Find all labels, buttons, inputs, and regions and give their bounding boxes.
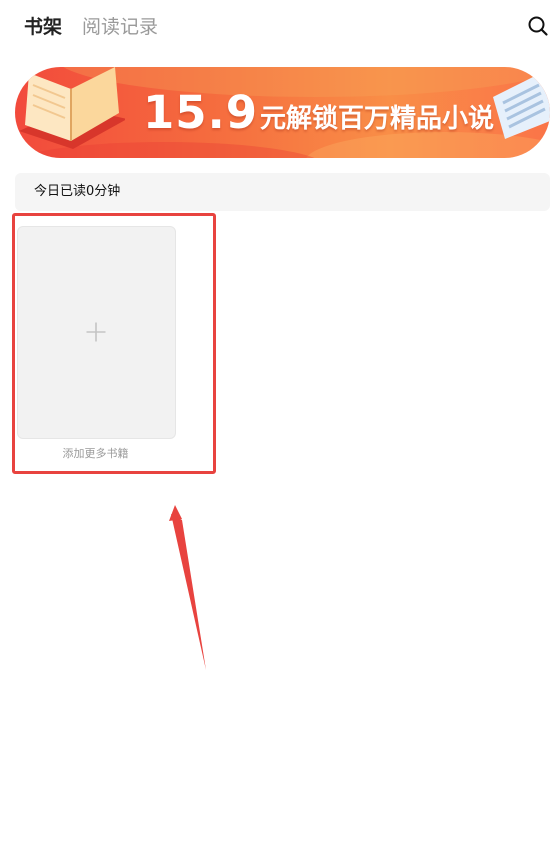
reading-time-text: 今日已读0分钟 bbox=[34, 184, 121, 199]
banner-price: 15.9 bbox=[143, 86, 259, 139]
banner-description: 元解锁百万精品小说 bbox=[260, 104, 495, 134]
promo-banner[interactable]: 15.9 元解锁百万精品小说 bbox=[15, 67, 550, 158]
annotation-highlight-box bbox=[12, 213, 216, 474]
search-button[interactable] bbox=[526, 14, 550, 38]
tab-reading-history[interactable]: 阅读记录 bbox=[82, 12, 158, 42]
header-tabs: 书架 阅读记录 bbox=[24, 12, 158, 42]
banner-text: 15.9 元解锁百万精品小说 bbox=[143, 67, 494, 158]
tab-bookshelf[interactable]: 书架 bbox=[24, 12, 62, 42]
open-book-icon bbox=[19, 67, 125, 149]
search-icon bbox=[528, 16, 548, 36]
reading-time-bar: 今日已读0分钟 bbox=[15, 173, 550, 211]
